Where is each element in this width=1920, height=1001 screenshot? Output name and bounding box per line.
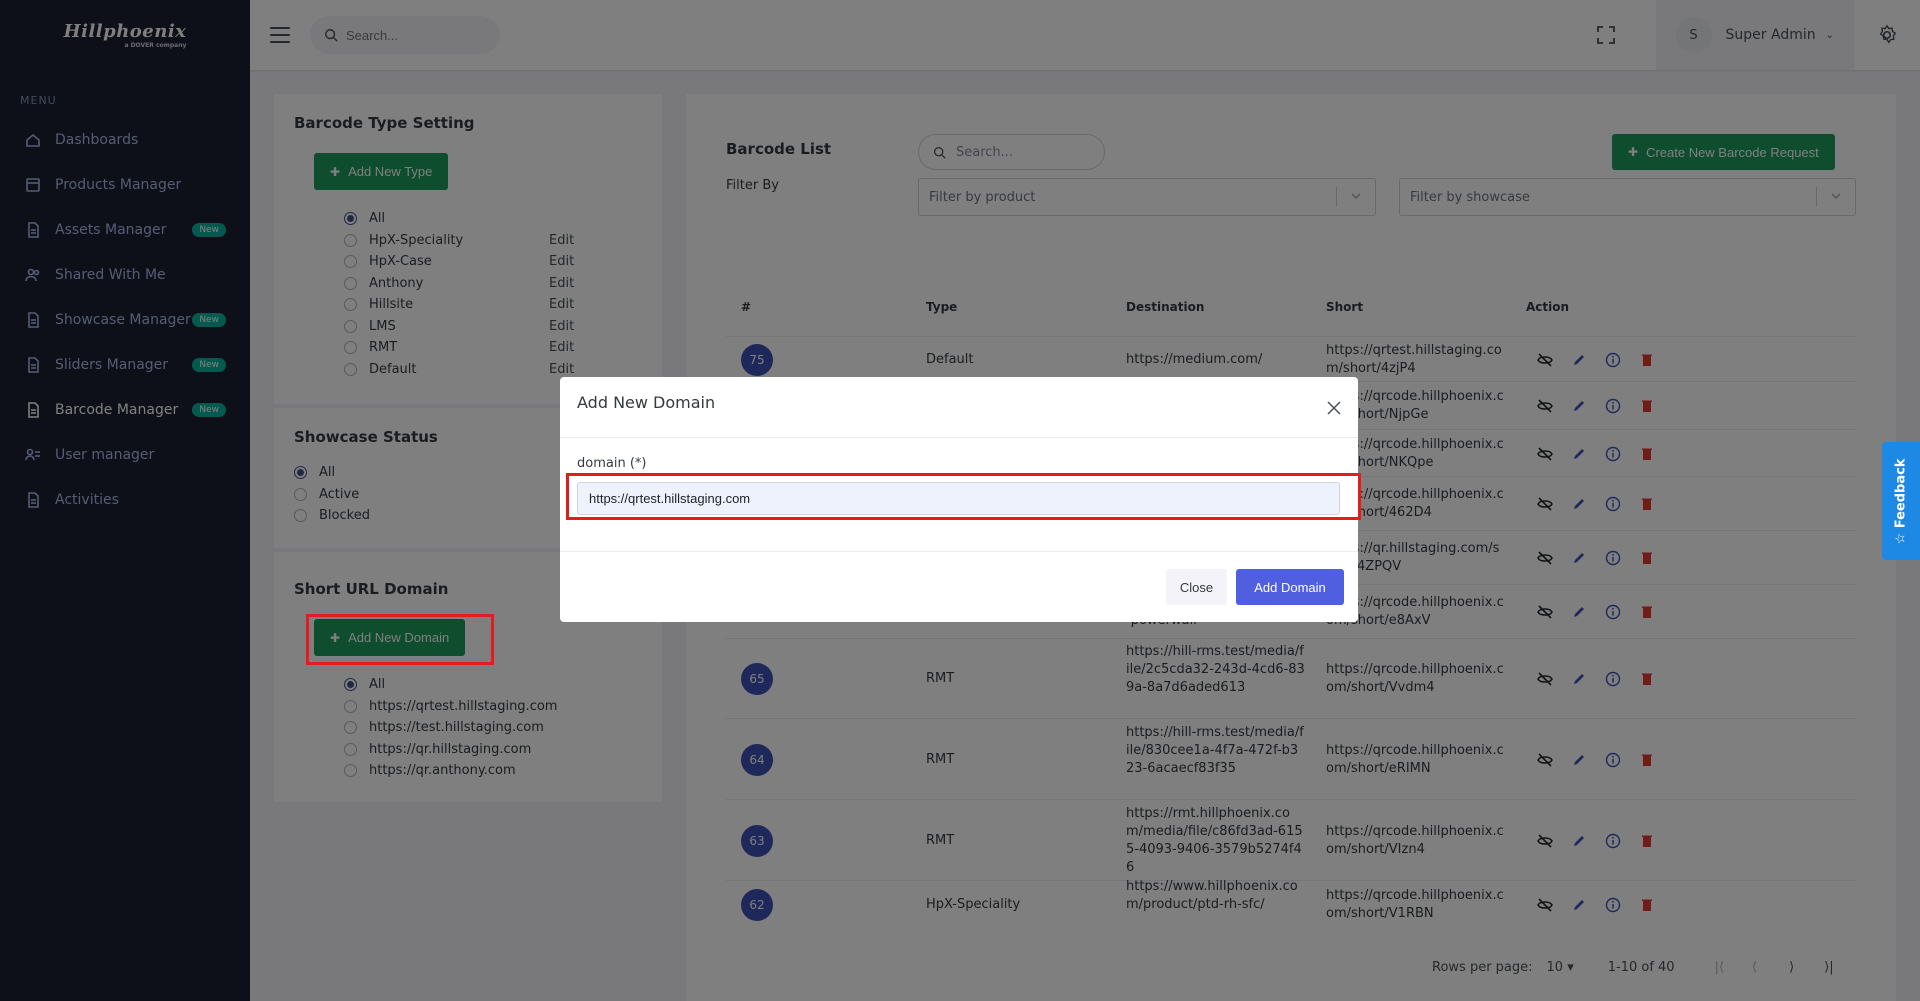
highlight-box xyxy=(566,473,1361,520)
modal-title: Add New Domain xyxy=(577,393,716,412)
feedback-tab[interactable]: ☆ Feedback xyxy=(1882,442,1920,560)
add-domain-button[interactable]: Add Domain xyxy=(1236,569,1344,605)
highlight-box xyxy=(306,614,494,665)
star-icon: ☆ xyxy=(1893,532,1909,544)
domain-label: domain (*) xyxy=(577,456,647,471)
close-icon[interactable] xyxy=(1326,400,1342,416)
close-button[interactable]: Close xyxy=(1166,569,1227,605)
